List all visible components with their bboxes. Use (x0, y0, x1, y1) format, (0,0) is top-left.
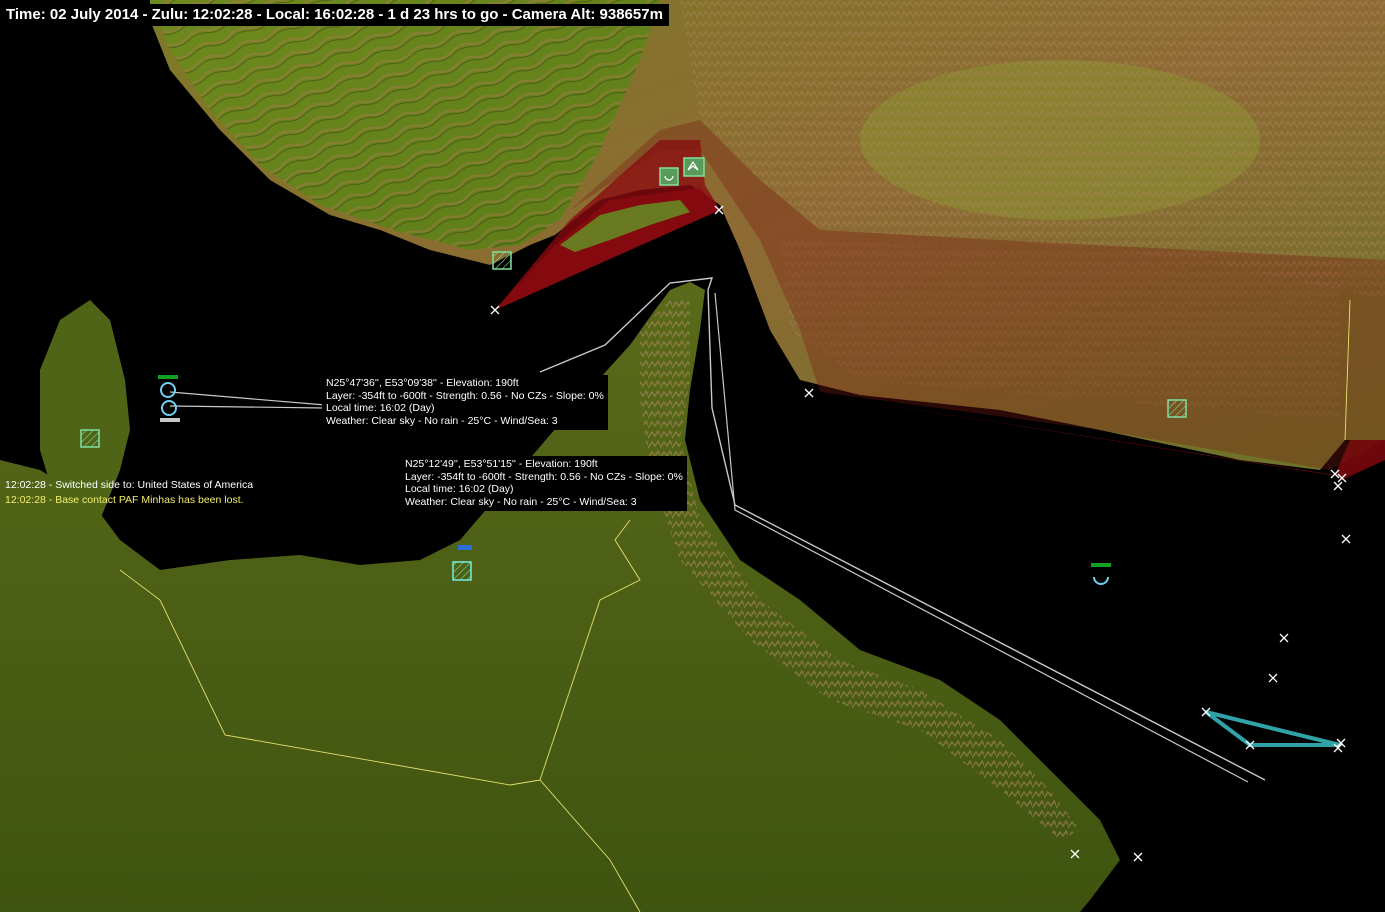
tooltip-line: Layer: -354ft to -600ft - Strength: 0.56… (326, 389, 604, 402)
unit-status-bar (1091, 563, 1111, 567)
hatched-square-facility-icon (80, 429, 100, 448)
location-tooltip: N25°47'36'', E53°09'38'' - Elevation: 19… (322, 375, 608, 431)
tactical-map[interactable] (0, 0, 1385, 912)
tooltip-line: Local time: 16:02 (Day) (326, 402, 435, 415)
status-bar: Time: 02 July 2014 - Zulu: 12:02:28 - Lo… (0, 4, 669, 26)
facility-marker[interactable] (1167, 399, 1187, 418)
unit-status-bar (158, 375, 178, 379)
location-tooltip: N25°12'49'', E53°51'15'' - Elevation: 19… (401, 456, 687, 512)
log-entry: 12:02:28 - Switched side to: United Stat… (5, 479, 254, 491)
tooltip-line: Weather: Clear sky - No rain - 25°C - Wi… (405, 495, 637, 508)
tooltip-line: Local time: 16:02 (Day) (405, 483, 514, 496)
airbase-icon (659, 167, 679, 186)
message-log: 12:02:28 - Switched side to: United Stat… (5, 478, 253, 508)
unit-status-bar (160, 418, 180, 422)
facility-marker[interactable] (492, 251, 512, 270)
hatched-square-facility-icon (452, 561, 472, 581)
tooltip-line: Weather: Clear sky - No rain - 25°C - Wi… (326, 414, 558, 427)
unit-status-bar (458, 545, 472, 550)
hatched-square-facility-icon (492, 251, 512, 270)
tooltip-line: N25°47'36'', E53°09'38'' - Elevation: 19… (326, 377, 519, 389)
tooltip-line: Layer: -354ft to -600ft - Strength: 0.56… (405, 470, 683, 483)
facility-marker[interactable] (80, 429, 100, 448)
hatched-square-facility-icon (1167, 399, 1187, 418)
tooltip-line: N25°12'49'', E53°51'15'' - Elevation: 19… (405, 458, 598, 470)
log-entry: 12:02:28 - Base contact PAF Minhas has b… (5, 494, 244, 506)
